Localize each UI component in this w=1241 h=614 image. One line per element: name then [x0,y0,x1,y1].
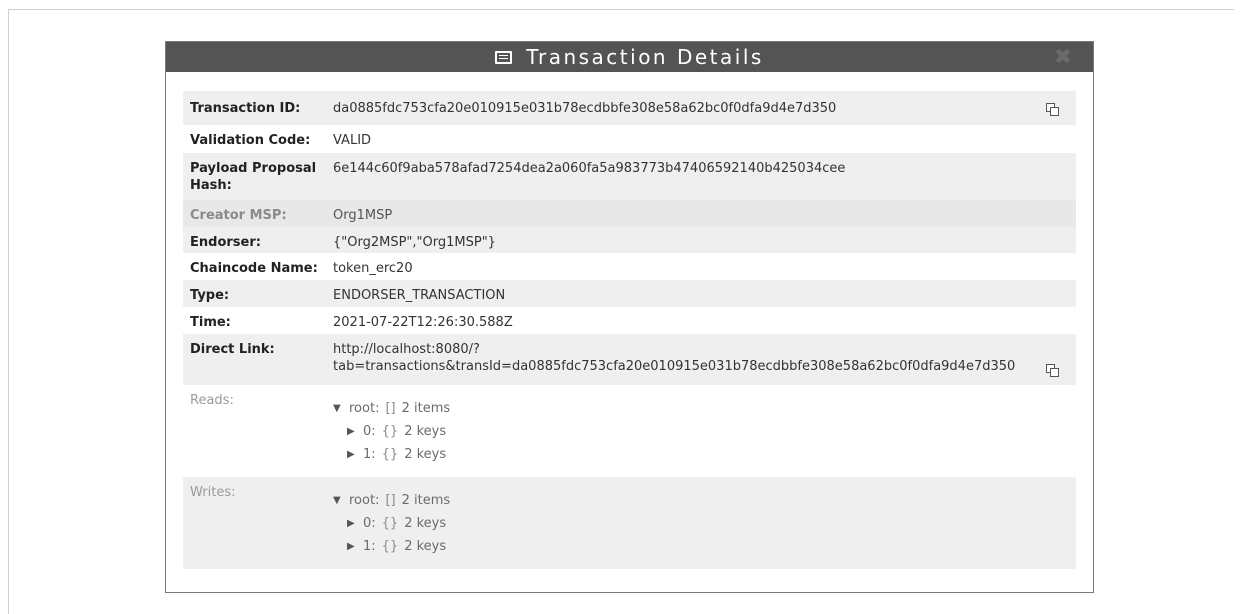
list-icon [495,50,513,64]
row-validation-code: Validation Code: VALID [183,125,1076,153]
value-transaction-id: da0885fdc753cfa20e010915e031b78ecdbbfe30… [333,101,837,116]
modal-title-wrap: Transaction Details [495,45,764,69]
copy-icon[interactable] [1046,103,1059,116]
tree-node-child[interactable]: ▶ 0: {} 2 keys [333,420,450,443]
label-payload-line1: Payload Proposal [190,161,317,176]
tree-count: 2 keys [404,516,447,531]
value-payload-proposal-hash: 6e144c60f9aba578afad7254dea2a060fa5a9837… [333,161,846,176]
tree-node-child[interactable]: ▶ 1: {} 2 keys [333,443,450,466]
row-writes: Writes: ▼ root: [] 2 items ▶ 0: {} 2 key… [183,477,1076,569]
row-endorser: Endorser: {"Org2MSP","Org1MSP"} [183,227,1076,253]
label-transaction-id: Transaction ID: [190,101,301,116]
collapse-arrow-icon[interactable]: ▶ [347,512,357,535]
tree-braces: {} [381,424,399,439]
value-endorser: {"Org2MSP","Org1MSP"} [333,235,496,250]
tree-node-root[interactable]: ▼ root: [] 2 items [333,489,450,512]
tree-key: root: [349,401,380,416]
expand-arrow-icon[interactable]: ▼ [333,397,343,420]
label-type: Type: [190,288,230,303]
tree-node-root[interactable]: ▼ root: [] 2 items [333,397,450,420]
row-time: Time: 2021-07-22T12:26:30.588Z [183,307,1076,334]
collapse-arrow-icon[interactable]: ▶ [347,443,357,466]
label-payload-proposal-hash: Payload Proposal Hash: [183,153,333,194]
direct-link-line2[interactable]: tab=transactions&transId=da0885fdc753cfa… [333,358,1015,375]
tree-key: 1: [363,447,376,462]
tree-braces: {} [381,539,399,554]
transaction-details-modal: Transaction Details ✖ Transaction ID: da… [165,41,1094,593]
tree-node-child[interactable]: ▶ 1: {} 2 keys [333,535,450,558]
tree-node-child[interactable]: ▶ 0: {} 2 keys [333,512,450,535]
row-creator-msp: Creator MSP: Org1MSP [183,200,1076,227]
tree-count: 2 keys [404,447,447,462]
row-chaincode-name: Chaincode Name: token_erc20 [183,253,1076,280]
tree-key: root: [349,493,380,508]
writes-tree: ▼ root: [] 2 items ▶ 0: {} 2 keys ▶ 1: {… [333,477,450,558]
tree-key: 1: [363,539,376,554]
value-time: 2021-07-22T12:26:30.588Z [333,315,513,330]
label-reads: Reads: [190,393,234,408]
label-creator-msp: Creator MSP: [190,208,287,223]
value-chaincode-name: token_erc20 [333,261,413,276]
modal-title: Transaction Details [526,45,764,69]
value-validation-code: VALID [333,133,372,148]
reads-tree: ▼ root: [] 2 items ▶ 0: {} 2 keys ▶ 1: {… [333,385,450,466]
label-endorser: Endorser: [190,235,261,250]
tree-count: 2 items [401,401,451,416]
tree-braces: [] [385,493,396,508]
direct-link-line1[interactable]: http://localhost:8080/? [333,341,1015,358]
tree-count: 2 items [401,493,451,508]
value-type: ENDORSER_TRANSACTION [333,288,506,303]
tree-count: 2 keys [404,424,447,439]
details-table: Transaction ID: da0885fdc753cfa20e010915… [183,91,1076,569]
tree-key: 0: [363,424,376,439]
direct-link[interactable]: http://localhost:8080/? tab=transactions… [333,334,1015,375]
label-direct-link: Direct Link: [190,342,275,357]
tree-braces: [] [385,401,396,416]
label-writes: Writes: [190,485,236,500]
modal-header: Transaction Details ✖ [166,42,1093,72]
row-reads: Reads: ▼ root: [] 2 items ▶ 0: {} 2 keys… [183,385,1076,477]
row-type: Type: ENDORSER_TRANSACTION [183,280,1076,307]
collapse-arrow-icon[interactable]: ▶ [347,420,357,443]
backdrop-border-left [8,9,9,614]
row-transaction-id: Transaction ID: da0885fdc753cfa20e010915… [183,91,1076,125]
label-validation-code: Validation Code: [190,133,311,148]
tree-braces: {} [381,516,399,531]
tree-braces: {} [381,447,399,462]
value-creator-msp: Org1MSP [333,208,393,223]
row-direct-link: Direct Link: http://localhost:8080/? tab… [183,334,1076,385]
collapse-arrow-icon[interactable]: ▶ [347,535,357,558]
tree-key: 0: [363,516,376,531]
expand-arrow-icon[interactable]: ▼ [333,489,343,512]
row-payload-proposal-hash: Payload Proposal Hash: 6e144c60f9aba578a… [183,153,1076,200]
label-chaincode-name: Chaincode Name: [190,261,318,276]
label-payload-line2: Hash: [190,178,232,193]
close-icon[interactable]: ✖ [1051,45,1075,70]
label-time: Time: [190,315,231,330]
backdrop-border-top [8,9,1234,10]
tree-count: 2 keys [404,539,447,554]
copy-icon[interactable] [1046,364,1059,377]
